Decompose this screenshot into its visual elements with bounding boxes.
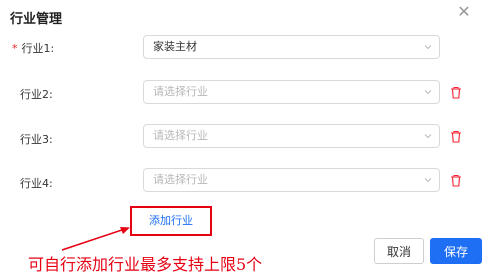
row-label-2: 行业2:: [20, 88, 53, 101]
chevron-down-icon: [424, 45, 432, 50]
select-placeholder: 请选择行业: [153, 173, 208, 186]
cancel-button[interactable]: 取消: [374, 238, 424, 264]
industry-select-1[interactable]: 家装主材: [143, 35, 440, 59]
select-value: 家装主材: [153, 40, 197, 53]
required-marker: *: [12, 42, 18, 55]
annotation-arrow-icon: [61, 227, 130, 251]
industry-select-4[interactable]: 请选择行业: [143, 168, 440, 192]
delete-icon[interactable]: [450, 130, 462, 143]
chevron-down-icon: [424, 90, 432, 95]
chevron-down-icon: [424, 178, 432, 183]
delete-icon[interactable]: [450, 86, 462, 99]
industry-select-2[interactable]: 请选择行业: [143, 80, 440, 104]
close-icon[interactable]: ✕: [456, 4, 472, 20]
annotation-text: 可自行添加行业最多支持上限5个: [28, 255, 263, 274]
row-label-3: 行业3:: [20, 133, 53, 146]
save-button[interactable]: 保存: [430, 238, 482, 264]
row-label-4: 行业4:: [20, 177, 53, 190]
select-placeholder: 请选择行业: [153, 85, 208, 98]
select-placeholder: 请选择行业: [153, 129, 208, 142]
row-label-1: * 行业1:: [12, 42, 55, 55]
delete-icon[interactable]: [450, 174, 462, 187]
industry-select-3[interactable]: 请选择行业: [143, 124, 440, 148]
chevron-down-icon: [424, 134, 432, 139]
dialog-title: 行业管理: [10, 12, 63, 27]
add-industry-link[interactable]: 添加行业: [130, 206, 212, 236]
